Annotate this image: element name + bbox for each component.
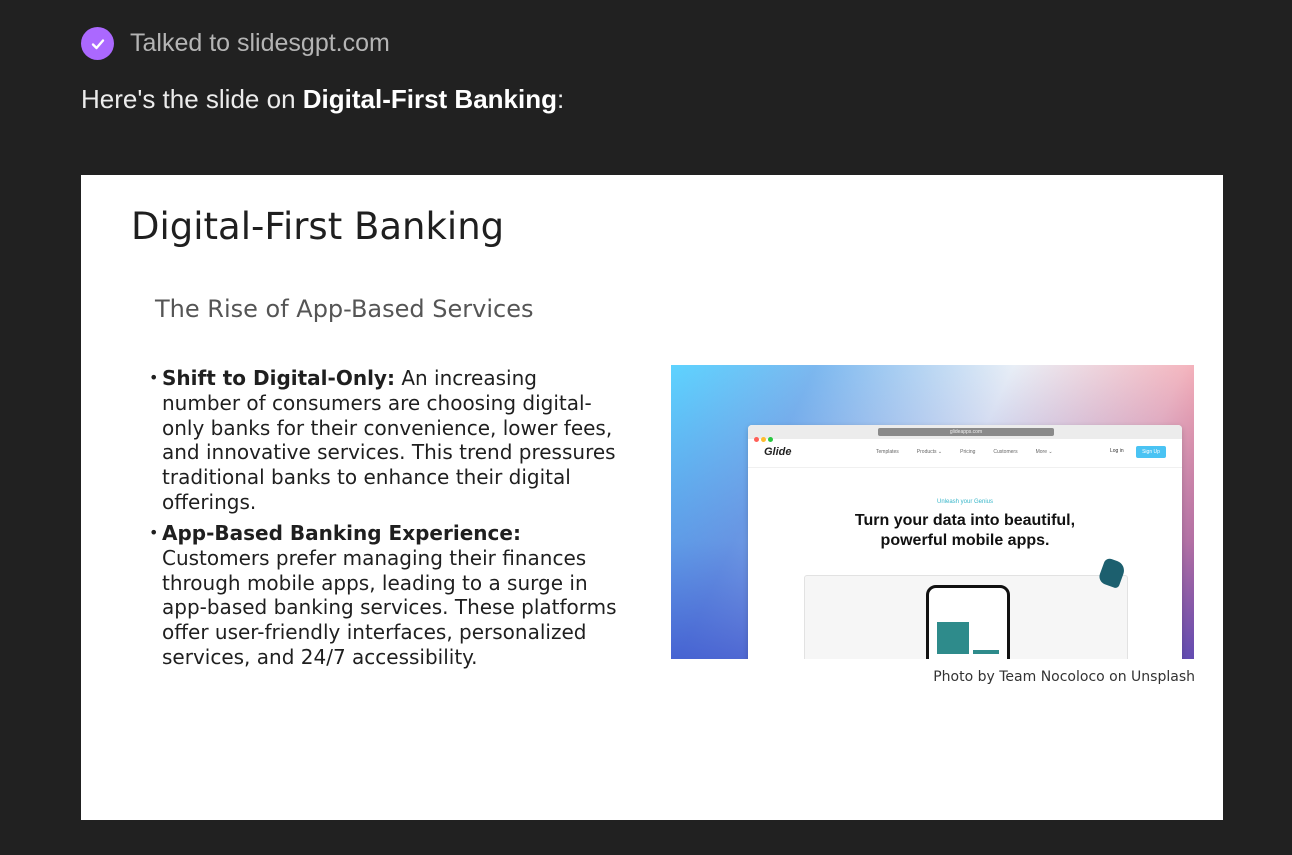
intro-suffix: : (557, 84, 565, 114)
hero-kicker: Unleash your Genius (936, 499, 994, 505)
bullet-item: • Shift to Digital-Only: An increasing n… (149, 366, 619, 515)
intro-bold: Digital-First Banking (302, 84, 557, 114)
status-text: Talked to slidesgpt.com (130, 29, 390, 57)
browser-toolbar: glideapps.com (748, 425, 1182, 442)
hero-headline-line: powerful mobile apps. (880, 532, 1050, 549)
slide-preview[interactable]: Digital-First Banking The Rise of App-Ba… (81, 175, 1223, 820)
check-circle-icon (81, 27, 114, 60)
nav-link: Pricing (960, 449, 976, 455)
bullet-item: • App-Based Banking Experience: Customer… (149, 521, 619, 670)
nav-link: Products ⌄ (916, 449, 943, 455)
site-nav-links: Templates Products ⌄ Pricing Customers More … (876, 449, 1071, 455)
slide-title: Digital-First Banking (131, 205, 505, 248)
chart-bar (973, 650, 999, 654)
hero-headline: Turn your data into beautiful, powerful … (748, 511, 1182, 551)
browser-mockup: glideapps.com Glide Templates Products ⌄ P… (748, 425, 1182, 659)
bullet-dot: • (149, 523, 159, 542)
nav-link: More ⌄ (1035, 449, 1053, 455)
intro-prefix: Here's the slide on (81, 84, 303, 114)
assistant-message: Here's the slide on Digital-First Bankin… (81, 84, 564, 115)
phone-mockup (926, 585, 1010, 659)
hero-headline-line: Turn your data into beautiful, (854, 512, 1076, 529)
site-nav: Glide Templates Products ⌄ Pricing Customer… (748, 439, 1182, 468)
photo-caption: Photo by Team Nocoloco on Unsplash (933, 669, 1195, 685)
signup-button: Sign Up (1136, 446, 1166, 458)
bullet-lead: Shift to Digital-Only: (162, 366, 395, 390)
login-link: Log in (1110, 448, 1124, 454)
slide-subtitle: The Rise of App-Based Services (155, 295, 534, 323)
slide-photo: glideapps.com Glide Templates Products ⌄ P… (671, 365, 1194, 659)
tool-status[interactable]: Talked to slidesgpt.com (81, 27, 390, 60)
nav-link: Customers (993, 449, 1018, 455)
bullet-dot: • (149, 368, 159, 387)
bullet-lead: App-Based Banking Experience: (162, 521, 521, 545)
site-logo: Glide (764, 446, 792, 458)
nav-link: Templates (876, 449, 899, 455)
url-bar: glideapps.com (878, 428, 1054, 436)
chart-bar (937, 622, 969, 654)
bullet-text: Customers prefer managing their finances… (162, 545, 617, 669)
